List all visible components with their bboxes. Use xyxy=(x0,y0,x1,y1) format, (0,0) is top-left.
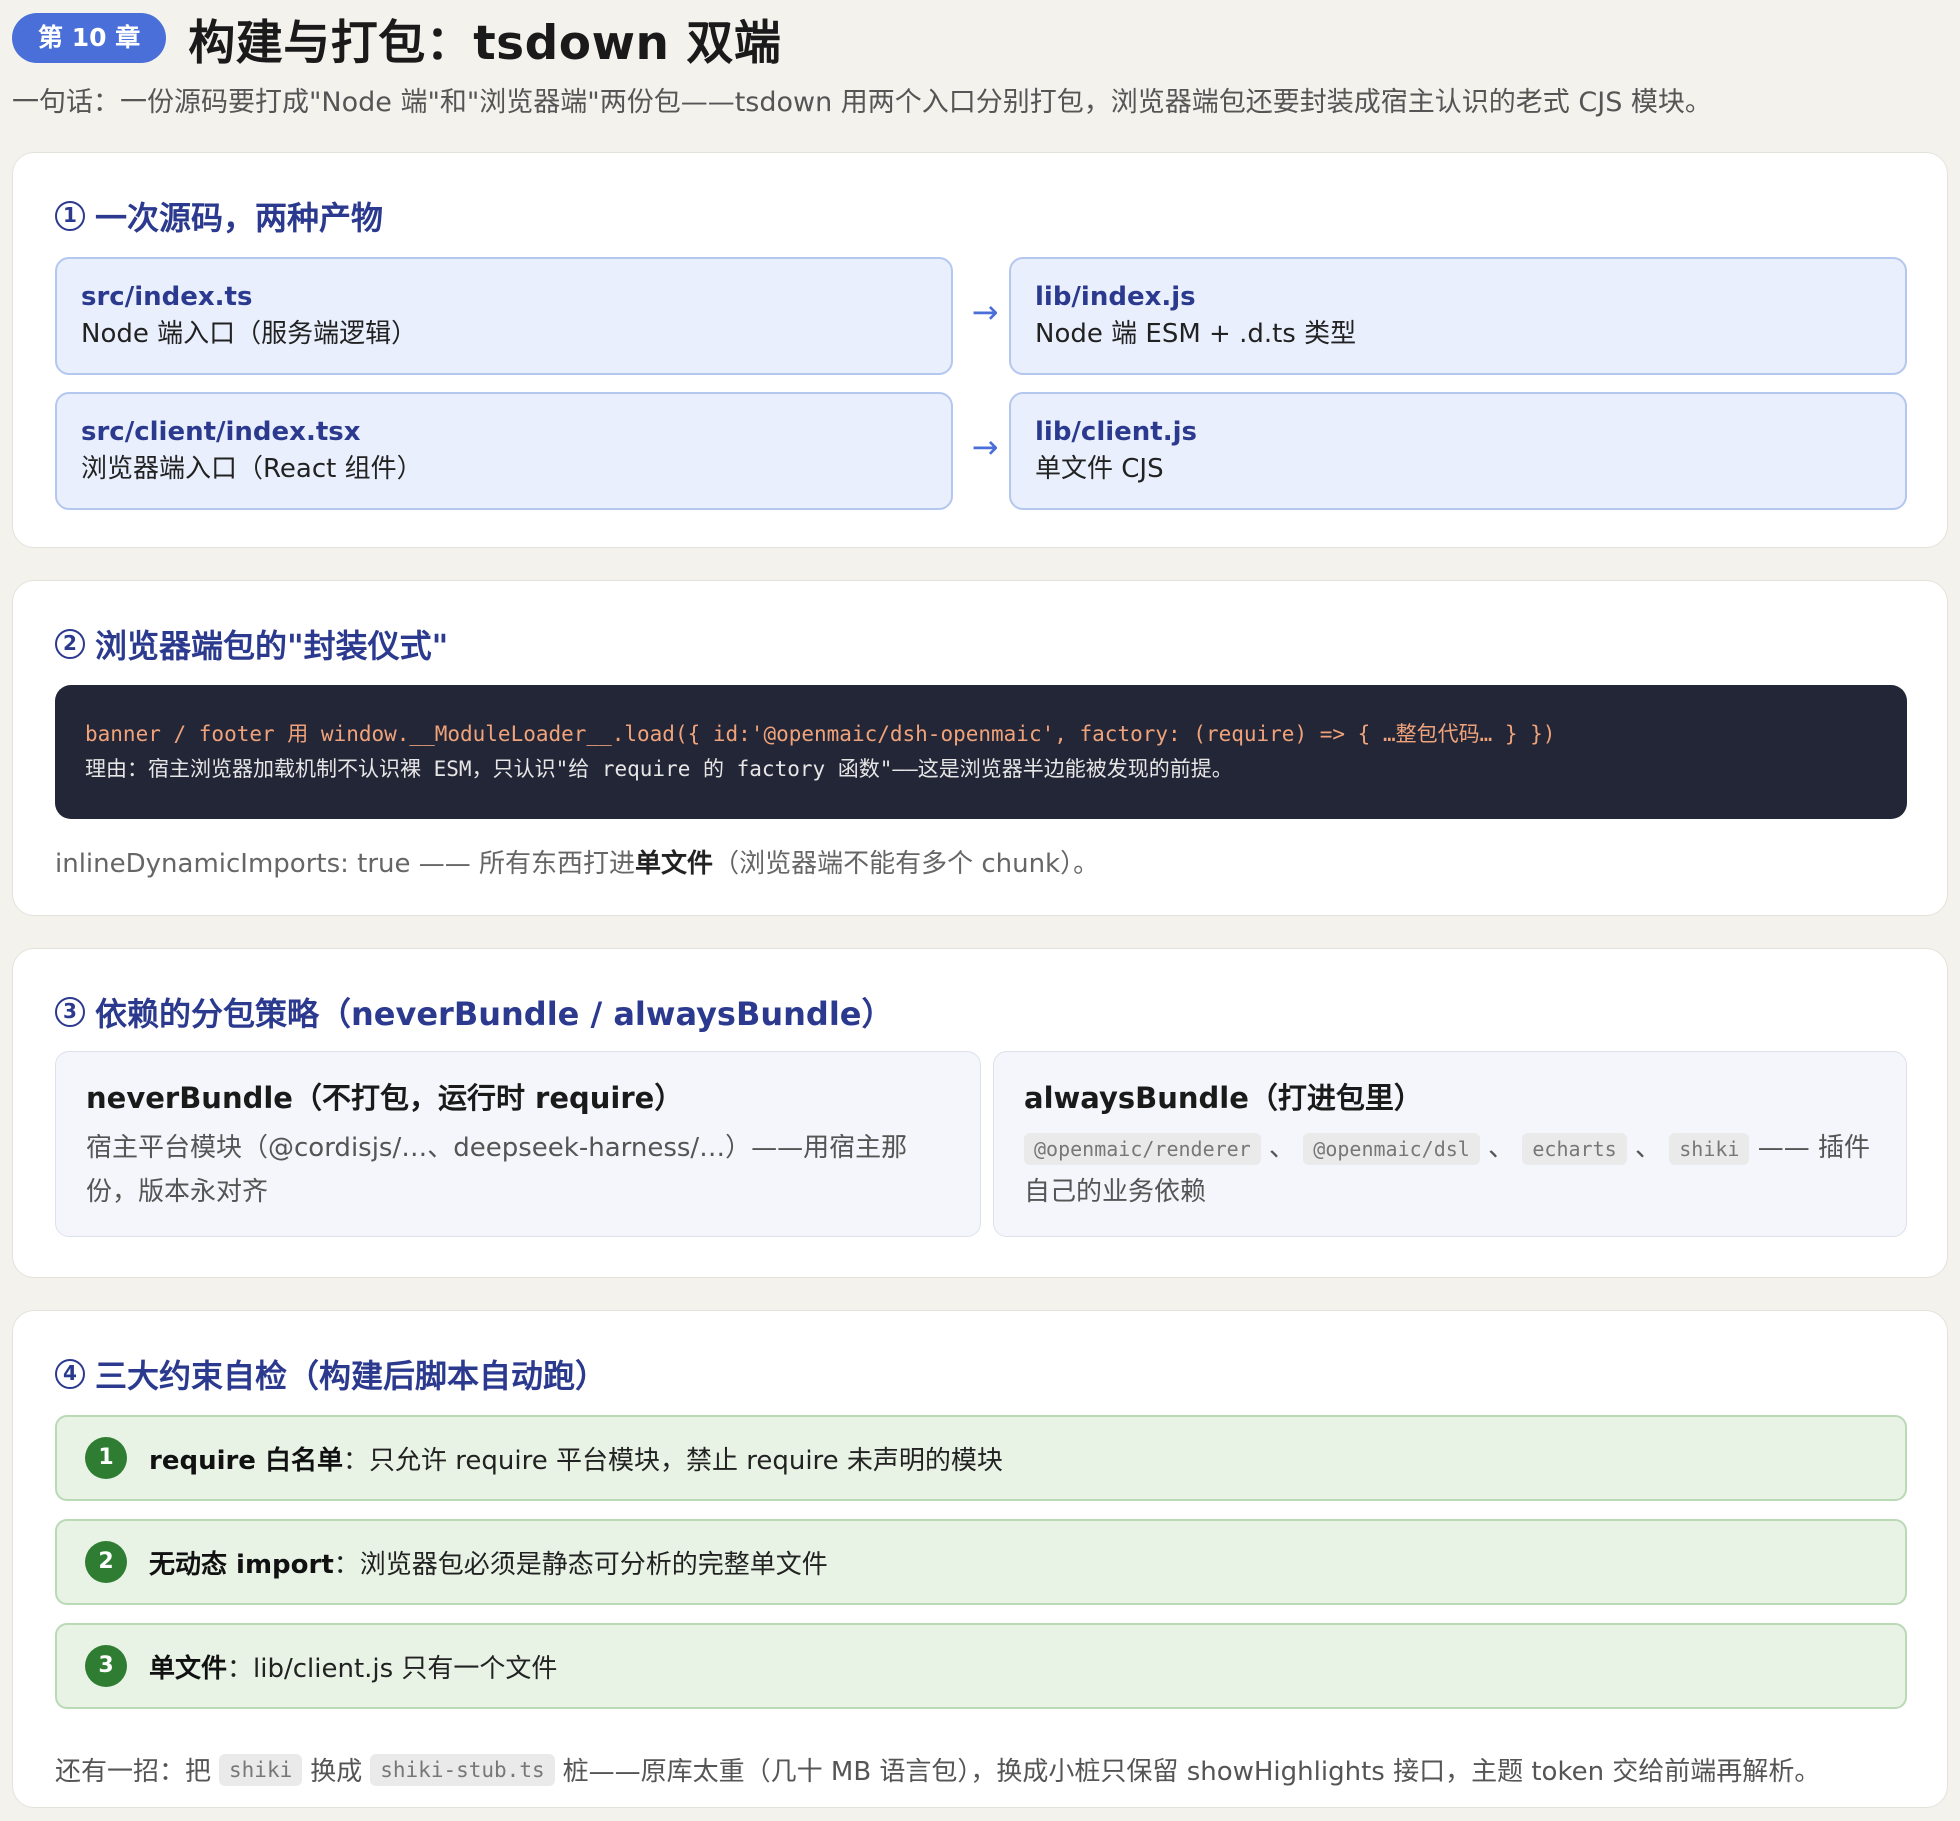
code-chip: echarts xyxy=(1522,1133,1627,1165)
constraint-number: 1 xyxy=(85,1437,127,1479)
constraint-desc: ：只允许 require 平台模块，禁止 require 未声明的模块 xyxy=(343,1445,1003,1476)
section-title-text: 浏览器端包的"封装仪式" xyxy=(95,627,449,665)
source-entry-node: src/index.ts Node 端入口（服务端逻辑） xyxy=(55,257,953,375)
separator: 、 xyxy=(1634,1133,1661,1163)
output-node: lib/index.js Node 端 ESM + .d.ts 类型 xyxy=(1009,257,1907,375)
extra-prefix: 还有一招：把 xyxy=(55,1757,212,1787)
constraint-text: require 白名单：只允许 require 平台模块，禁止 require … xyxy=(149,1440,1003,1477)
constraint-row: 1 require 白名单：只允许 require 平台模块，禁止 requir… xyxy=(55,1415,1907,1501)
code-chip: @openmaic/renderer xyxy=(1024,1133,1261,1165)
page-header: 第 10 章 构建与打包：tsdown 双端 xyxy=(12,8,1952,71)
code-chip: shiki xyxy=(219,1753,303,1786)
section-title: 2 浏览器端包的"封装仪式" xyxy=(55,621,448,667)
constraint-desc: ：lib/client.js 只有一个文件 xyxy=(227,1653,558,1684)
section-constraints: 4 三大约束自检（构建后脚本自动跑） 1 require 白名单：只允许 req… xyxy=(12,1310,1948,1808)
section-number: 1 xyxy=(55,201,85,231)
output-client: lib/client.js 单文件 CJS xyxy=(1009,392,1907,510)
section-number: 2 xyxy=(55,629,85,659)
source-path: src/index.ts xyxy=(81,282,253,312)
note-prefix: inlineDynamicImports: true —— 所有东西打进 xyxy=(55,849,636,879)
code-chip: @openmaic/dsl xyxy=(1303,1133,1480,1165)
page-title: 构建与打包：tsdown 双端 xyxy=(188,15,782,71)
constraint-row: 3 单文件：lib/client.js 只有一个文件 xyxy=(55,1623,1907,1709)
card-title: neverBundle（不打包，运行时 require） xyxy=(86,1081,684,1115)
section-dual-output: 1 一次源码，两种产物 src/index.ts Node 端入口（服务端逻辑）… xyxy=(12,152,1948,548)
shiki-stub-note: 还有一招：把 shiki 换成 shiki-stub.ts 桩——原库太重（几十… xyxy=(55,1751,1820,1788)
card-title: alwaysBundle（打进包里） xyxy=(1024,1081,1423,1115)
extra-suffix: 桩——原库太重（几十 MB 语言包），换成小桩只保留 showHighlight… xyxy=(562,1757,1821,1787)
section-title-text: 一次源码，两种产物 xyxy=(95,199,384,237)
section-number: 4 xyxy=(55,1359,85,1389)
section-title-text: 三大约束自检（构建后脚本自动跑） xyxy=(95,1357,608,1395)
page-subtitle: 一句话：一份源码要打成"Node 端"和"浏览器端"两份包——tsdown 用两… xyxy=(12,87,1712,118)
source-entry-client: src/client/index.tsx 浏览器端入口（React 组件） xyxy=(55,392,953,510)
constraint-bold: 单文件 xyxy=(149,1653,228,1684)
output-path: lib/index.js xyxy=(1035,282,1196,312)
constraint-bold: 无动态 import xyxy=(149,1549,334,1580)
output-path: lib/client.js xyxy=(1035,417,1198,447)
section-bundle-strategy: 3 依赖的分包策略（neverBundle / alwaysBundle） ne… xyxy=(12,948,1948,1278)
always-bundle-card: alwaysBundle（打进包里） @openmaic/renderer 、 … xyxy=(993,1051,1907,1237)
constraint-text: 无动态 import：浏览器包必须是静态可分析的完整单文件 xyxy=(149,1544,828,1581)
note-bold: 单文件 xyxy=(635,849,714,879)
source-desc: 浏览器端入口（React 组件） xyxy=(81,454,423,484)
code-line: banner / footer 用 window.__ModuleLoader_… xyxy=(85,722,1556,746)
constraint-text: 单文件：lib/client.js 只有一个文件 xyxy=(149,1648,557,1685)
output-desc: Node 端 ESM + .d.ts 类型 xyxy=(1035,319,1357,349)
code-comment: 理由：宿主浏览器加载机制不认识裸 ESM，只认识"给 require 的 fac… xyxy=(85,757,1233,781)
separator: 、 xyxy=(1488,1133,1515,1163)
source-path: src/client/index.tsx xyxy=(81,417,361,447)
extra-mid: 换成 xyxy=(310,1757,363,1787)
section-number: 3 xyxy=(55,997,85,1027)
card-body: 宿主平台模块（@cordisjs/…、deepseek-harness/…）——… xyxy=(86,1133,908,1207)
note-suffix: （浏览器端不能有多个 chunk）。 xyxy=(713,849,1100,879)
right-arrow-icon: → xyxy=(971,428,999,466)
chapter-badge: 第 10 章 xyxy=(12,13,167,63)
code-block: banner / footer 用 window.__ModuleLoader_… xyxy=(55,685,1907,819)
constraint-number: 3 xyxy=(85,1645,127,1687)
section-browser-wrapper: 2 浏览器端包的"封装仪式" banner / footer 用 window.… xyxy=(12,580,1948,916)
section-title-text: 依赖的分包策略（neverBundle / alwaysBundle） xyxy=(95,995,894,1033)
source-desc: Node 端入口（服务端逻辑） xyxy=(81,319,418,349)
inline-dynamic-imports-note: inlineDynamicImports: true —— 所有东西打进单文件（… xyxy=(55,843,1099,880)
right-arrow-icon: → xyxy=(971,293,999,331)
section-title: 3 依赖的分包策略（neverBundle / alwaysBundle） xyxy=(55,989,894,1035)
code-chip: shiki xyxy=(1669,1133,1750,1165)
never-bundle-card: neverBundle（不打包，运行时 require） 宿主平台模块（@cor… xyxy=(55,1051,981,1237)
card-body: @openmaic/renderer 、 @openmaic/dsl 、 ech… xyxy=(1024,1126,1876,1214)
output-desc: 单文件 CJS xyxy=(1035,454,1164,484)
constraint-desc: ：浏览器包必须是静态可分析的完整单文件 xyxy=(333,1549,828,1580)
constraint-row: 2 无动态 import：浏览器包必须是静态可分析的完整单文件 xyxy=(55,1519,1907,1605)
section-title: 4 三大约束自检（构建后脚本自动跑） xyxy=(55,1351,607,1397)
section-title: 1 一次源码，两种产物 xyxy=(55,193,383,239)
code-chip: shiki-stub.ts xyxy=(370,1753,555,1786)
constraint-number: 2 xyxy=(85,1541,127,1583)
constraint-bold: require 白名单 xyxy=(149,1445,343,1476)
separator: 、 xyxy=(1269,1133,1296,1163)
